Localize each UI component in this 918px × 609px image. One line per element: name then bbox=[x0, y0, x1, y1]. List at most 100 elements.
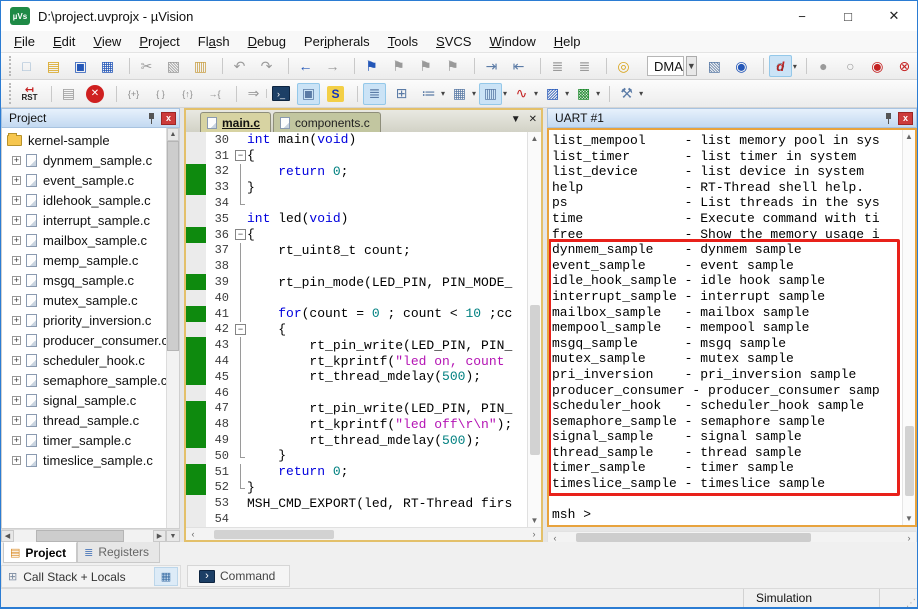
tree-file-item[interactable]: + timer_sample.c bbox=[4, 430, 179, 450]
tree-file-item[interactable]: + mailbox_sample.c bbox=[4, 230, 179, 250]
menu-item[interactable]: SVCS bbox=[427, 32, 480, 51]
comment-button[interactable]: ≣ bbox=[540, 55, 569, 77]
command-tab[interactable]: › Command bbox=[187, 565, 291, 587]
tree-file-item[interactable]: + thread_sample.c bbox=[4, 410, 179, 430]
clear-bookmarks-button[interactable]: ⚑ bbox=[441, 55, 464, 77]
tab-close-icon[interactable]: ✕ bbox=[529, 114, 537, 125]
uart-vertical-scrollbar[interactable] bbox=[902, 130, 915, 525]
menu-item[interactable]: Help bbox=[545, 32, 590, 51]
stop-button[interactable]: ✕ bbox=[86, 84, 104, 103]
nav-forward-button[interactable]: → bbox=[321, 55, 344, 77]
menu-item[interactable]: View bbox=[84, 32, 130, 51]
insert-breakpoint-button[interactable]: ● bbox=[805, 55, 835, 77]
scroll-up-icon[interactable] bbox=[167, 128, 179, 141]
tree-file-item[interactable]: + scheduler_hook.c bbox=[4, 350, 179, 370]
reset-button[interactable]: RST bbox=[18, 83, 41, 105]
tree-file-item[interactable]: + memp_sample.c bbox=[4, 250, 179, 270]
tree-root-item[interactable]: kernel-sample bbox=[4, 130, 179, 150]
find-next-button[interactable]: ▧ bbox=[703, 55, 726, 77]
trace-window-button[interactable]: ▨ bbox=[541, 83, 564, 105]
menu-item[interactable]: Project bbox=[130, 32, 188, 51]
save-button[interactable]: ▣ bbox=[69, 55, 92, 77]
find-in-files-button[interactable]: ◎ bbox=[606, 55, 635, 77]
disable-all-breakpoints-button[interactable]: ◉ bbox=[866, 55, 889, 77]
expand-plus-icon[interactable]: + bbox=[12, 435, 21, 445]
tab-components-c[interactable]: components.c bbox=[273, 112, 381, 132]
debug-session-button[interactable]: d bbox=[762, 55, 792, 77]
tree-file-item[interactable]: + dynmem_sample.c bbox=[4, 150, 179, 170]
expand-plus-icon[interactable]: + bbox=[12, 395, 21, 405]
close-button[interactable]: ✕ bbox=[871, 1, 917, 31]
menu-item[interactable]: Window bbox=[480, 32, 544, 51]
indent-button[interactable]: ⇥ bbox=[474, 55, 503, 77]
menu-item[interactable]: Peripherals bbox=[295, 32, 379, 51]
scroll-left-icon[interactable] bbox=[1, 530, 14, 542]
expand-plus-icon[interactable]: + bbox=[12, 335, 21, 345]
new-file-button[interactable]: □ bbox=[15, 55, 38, 77]
call-stack-bar[interactable]: ⊞ Call Stack + Locals ▦ bbox=[1, 565, 181, 588]
expand-plus-icon[interactable]: + bbox=[12, 255, 21, 265]
find-combobox-arrow[interactable]: ▼ bbox=[685, 56, 697, 76]
step-over-button[interactable]: { } bbox=[149, 83, 172, 105]
scroll-down-icon[interactable] bbox=[166, 530, 180, 542]
registers-window-button[interactable]: ≣ bbox=[357, 82, 386, 105]
project-close-icon[interactable]: x bbox=[161, 111, 176, 125]
show-next-statement-button[interactable]: ⇒ bbox=[236, 83, 265, 105]
step-button[interactable]: {+} bbox=[116, 83, 145, 105]
command-window-button[interactable]: ›_ bbox=[266, 86, 290, 101]
open-button[interactable]: ▤ bbox=[42, 55, 65, 77]
system-viewer-button[interactable]: ▩ bbox=[572, 83, 595, 105]
tree-file-item[interactable]: + event_sample.c bbox=[4, 170, 179, 190]
kill-all-breakpoints-button[interactable]: ⊗ bbox=[893, 55, 916, 77]
project-horizontal-scrollbar[interactable] bbox=[1, 529, 180, 542]
menu-item[interactable]: Debug bbox=[239, 32, 295, 51]
redo-button[interactable]: ↷ bbox=[255, 55, 278, 77]
analysis-window-button[interactable]: ∿ bbox=[510, 83, 533, 105]
menu-item[interactable]: Tools bbox=[379, 32, 427, 51]
expand-plus-icon[interactable]: + bbox=[12, 155, 21, 165]
watch-window-button[interactable]: ≔ bbox=[417, 83, 440, 105]
find-combobox[interactable]: DMA bbox=[647, 56, 684, 76]
editor-vertical-scrollbar[interactable] bbox=[527, 132, 541, 527]
expand-plus-icon[interactable]: + bbox=[12, 175, 21, 185]
tree-file-item[interactable]: + msgq_sample.c bbox=[4, 270, 179, 290]
prev-bookmark-button[interactable]: ⚑ bbox=[414, 55, 437, 77]
bookmark-button[interactable]: ⚑ bbox=[354, 55, 383, 77]
uart-console[interactable]: list_mempool - list memory pool in sys li… bbox=[547, 128, 917, 527]
disassembly-window-button[interactable]: ▣ bbox=[297, 82, 320, 105]
dock-tab-registers[interactable]: ≣ Registers bbox=[77, 542, 160, 563]
paste-button[interactable]: ▥ bbox=[189, 55, 212, 77]
editor-horizontal-scrollbar[interactable]: ‹ › bbox=[186, 527, 541, 540]
tree-file-item[interactable]: + interrupt_sample.c bbox=[4, 210, 179, 230]
nav-back-button[interactable]: ← bbox=[288, 55, 317, 77]
uncomment-button[interactable]: ≣ bbox=[573, 55, 596, 77]
outdent-button[interactable]: ⇤ bbox=[507, 55, 530, 77]
scroll-right-icon[interactable] bbox=[153, 530, 166, 542]
calculator-icon[interactable]: ▦ bbox=[154, 567, 178, 586]
uart-close-icon[interactable]: x bbox=[898, 111, 913, 125]
expand-plus-icon[interactable]: + bbox=[12, 315, 21, 325]
maximize-button[interactable]: □ bbox=[825, 1, 871, 31]
incremental-find-button[interactable]: ◉ bbox=[730, 55, 753, 77]
expand-plus-icon[interactable]: + bbox=[12, 275, 21, 285]
tree-file-item[interactable]: + timeslice_sample.c bbox=[4, 450, 179, 470]
expand-plus-icon[interactable]: + bbox=[12, 375, 21, 385]
call-stack-window-button[interactable]: ⊞ bbox=[390, 83, 413, 105]
undo-button[interactable]: ↶ bbox=[222, 55, 251, 77]
enable-breakpoint-button[interactable]: ○ bbox=[839, 55, 862, 77]
symbol-window-button[interactable]: S bbox=[327, 85, 344, 102]
expand-plus-icon[interactable]: + bbox=[12, 415, 21, 425]
code-editor[interactable]: 30 int main(void) 31 { bbox=[186, 132, 527, 527]
tab-overflow-icon[interactable]: ▼ bbox=[511, 114, 521, 125]
tree-file-item[interactable]: + producer_consumer.c bbox=[4, 330, 179, 350]
expand-plus-icon[interactable]: + bbox=[12, 235, 21, 245]
expand-plus-icon[interactable]: + bbox=[12, 355, 21, 365]
minimize-button[interactable]: − bbox=[779, 1, 825, 31]
run-button[interactable]: ▤ bbox=[51, 83, 80, 105]
expand-plus-icon[interactable]: + bbox=[12, 195, 21, 205]
pin-icon[interactable] bbox=[147, 112, 157, 124]
copy-button[interactable]: ▧ bbox=[162, 55, 185, 77]
menu-item[interactable]: Flash bbox=[189, 32, 239, 51]
save-all-button[interactable]: ▦ bbox=[96, 55, 119, 77]
tree-file-item[interactable]: + priority_inversion.c bbox=[4, 310, 179, 330]
